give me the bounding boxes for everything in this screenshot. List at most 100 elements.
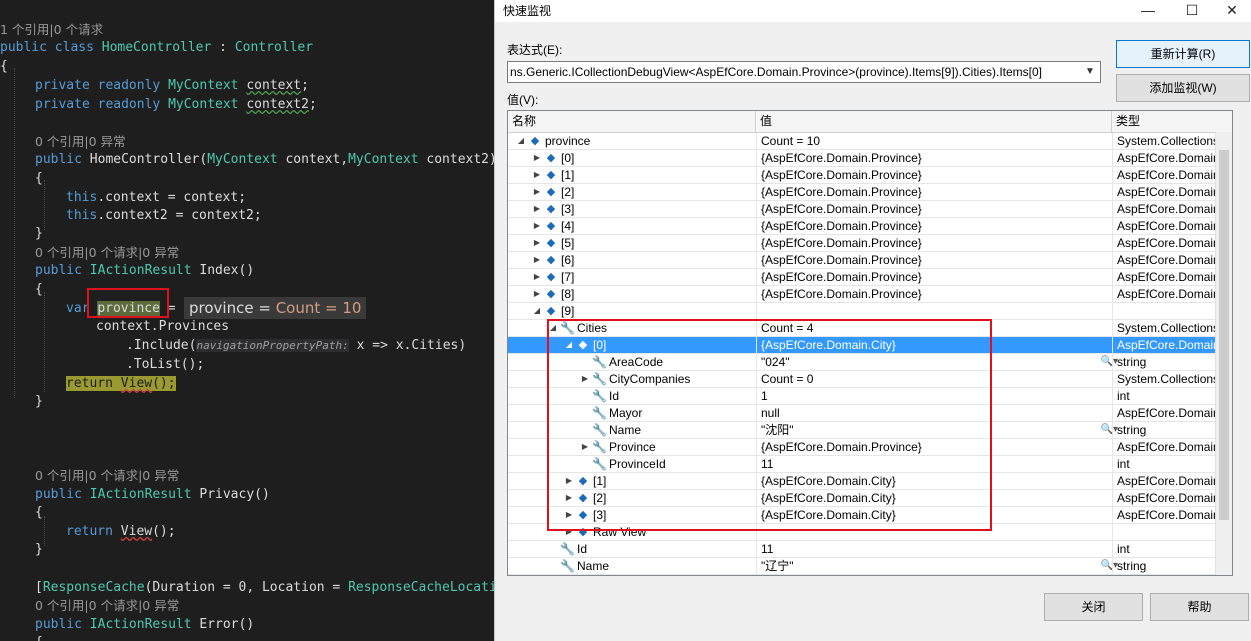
method-name: Error() <box>191 617 255 632</box>
watch-row[interactable]: ▶ ◆ [4] {AspEfCore.Domain.Province} AspEfCor… <box>508 218 1232 235</box>
keyword: private readonly <box>35 97 169 112</box>
datatip[interactable]: province = Count = 10 <box>184 297 367 319</box>
watch-row-value[interactable] <box>756 303 1108 319</box>
expression-combobox[interactable]: ns.Generic.ICollectionDebugView<AspEfCor… <box>507 61 1101 83</box>
property-wrench-icon: 🔧 <box>560 559 575 573</box>
code-lens[interactable]: 0 个引用|0 个请求|0 异常 <box>35 243 179 262</box>
watch-row[interactable]: ◢ ◆ [9] <box>508 303 1232 320</box>
watch-row-name: [8] <box>561 287 575 301</box>
expand-arrow-icon[interactable]: ▶ <box>532 235 542 251</box>
code-text: x => x.Cities) <box>348 338 467 353</box>
watch-row-value[interactable]: {AspEfCore.Domain.Province} <box>756 235 1108 251</box>
collapse-arrow-icon[interactable]: ◢ <box>516 133 526 149</box>
watch-row[interactable]: ▶ ◆ [0] {AspEfCore.Domain.Province} AspEfCor… <box>508 150 1232 167</box>
vertical-scrollbar[interactable] <box>1215 132 1232 575</box>
dialog-title: 快速监视 <box>503 4 552 18</box>
expand-arrow-icon[interactable]: ▶ <box>532 252 542 268</box>
watch-row-value[interactable]: {AspEfCore.Domain.Province} <box>756 201 1108 217</box>
expand-arrow-icon[interactable]: ▶ <box>532 167 542 183</box>
watch-row-value[interactable]: {AspEfCore.Domain.Province} <box>756 150 1108 166</box>
code-lens[interactable]: 0 个引用|0 异常 <box>35 132 126 151</box>
watch-row-name-cell: ▶ ◆ [4] <box>508 218 756 234</box>
watch-row-value[interactable]: Count = 10 <box>756 133 1108 149</box>
expand-arrow-icon[interactable]: ▶ <box>532 218 542 234</box>
watch-row-value[interactable]: 11 <box>756 541 1108 557</box>
watch-grid[interactable]: 名称 值 类型 ◢ ◆ province Count = 10 System.Colle… <box>507 110 1233 576</box>
watch-row-name: [9] <box>561 304 575 318</box>
expand-arrow-icon[interactable]: ▶ <box>532 150 542 166</box>
watch-row-name-cell: ▶ ◆ [0] <box>508 150 756 166</box>
watch-row[interactable]: ▶ ◆ [3] {AspEfCore.Domain.Province} AspEfCor… <box>508 201 1232 218</box>
code-lens[interactable]: 0 个引用|0 个请求|0 异常 <box>35 596 179 615</box>
column-header-type[interactable]: 类型 <box>1112 111 1232 132</box>
method-name: View <box>120 376 153 391</box>
expand-arrow-icon[interactable]: ▶ <box>532 184 542 200</box>
watch-row-value[interactable]: {AspEfCore.Domain.Province} <box>756 184 1108 200</box>
watch-row-name: [1] <box>561 168 575 182</box>
code-lens-text[interactable]: 0 个引用|0 个请求|0 异常 <box>35 468 179 483</box>
code-lens[interactable]: 1 个引用|0 个请求 <box>0 20 103 39</box>
scrollbar-thumb[interactable] <box>1219 150 1229 520</box>
code-line: } <box>35 540 43 559</box>
watch-row-value[interactable]: {AspEfCore.Domain.Province} <box>756 252 1108 268</box>
chevron-down-icon[interactable]: ▼ <box>1080 62 1100 82</box>
quickwatch-dialog: 快速监视 — ☐ ✕ 表达式(E): ns.Generic.ICollectio… <box>494 0 1251 641</box>
keyword: return <box>66 376 121 391</box>
type-name: ResponseCache <box>42 580 145 595</box>
code-text: [ <box>35 580 43 595</box>
recalculate-button[interactable]: 重新计算(R) <box>1116 40 1250 68</box>
column-header-name[interactable]: 名称 <box>508 111 756 132</box>
type-name: Controller <box>234 40 314 55</box>
code-lens-text[interactable]: 0 个引用|0 个请求|0 异常 <box>35 598 179 613</box>
watch-row[interactable]: ▶ ◆ [1] {AspEfCore.Domain.Province} AspEfCor… <box>508 167 1232 184</box>
add-watch-button[interactable]: 添加监视(W) <box>1116 74 1250 102</box>
keyword: this <box>66 208 98 223</box>
watch-row[interactable]: ▶ ◆ [6] {AspEfCore.Domain.Province} AspEfCor… <box>508 252 1232 269</box>
code-lens-text[interactable]: 0 个引用|0 个请求|0 异常 <box>35 245 179 260</box>
watch-row-value[interactable]: {AspEfCore.Domain.Province} <box>756 218 1108 234</box>
code-lens-text[interactable]: 0 个引用|0 异常 <box>35 134 126 149</box>
keyword: this <box>66 190 98 205</box>
watch-row-name-cell: ▶ ◆ [7] <box>508 269 756 285</box>
watch-row-name: Name <box>577 559 610 573</box>
watch-row-name-cell: ◢ ◆ province <box>508 133 756 149</box>
collapse-arrow-icon[interactable]: ◢ <box>532 303 542 319</box>
minimize-icon[interactable]: — <box>1128 0 1168 22</box>
watch-row[interactable]: ◢ ◆ province Count = 10 System.Collections..… <box>508 133 1232 150</box>
watch-row[interactable]: ▶ ◆ [8] {AspEfCore.Domain.Province} AspEfCor… <box>508 286 1232 303</box>
code-line: .ToList(); <box>126 355 204 374</box>
code-text: context2) <box>418 152 494 167</box>
expression-input[interactable]: ns.Generic.ICollectionDebugView<AspEfCor… <box>510 65 1042 79</box>
code-editor[interactable]: 1 个引用|0 个请求 public class HomeController … <box>0 0 494 641</box>
watch-row-name-cell: 🔧 Id <box>508 541 756 557</box>
method-name: View <box>120 524 153 539</box>
expand-arrow-icon[interactable]: ▶ <box>532 286 542 302</box>
close-icon[interactable]: ✕ <box>1212 0 1251 22</box>
code-line: private readonly MyContext context2; <box>35 95 317 114</box>
watch-row-value[interactable]: "辽宁" <box>756 558 1108 574</box>
watch-row[interactable]: ▶ ◆ [2] {AspEfCore.Domain.Province} AspEfCor… <box>508 184 1232 201</box>
watch-row-value[interactable]: {AspEfCore.Domain.Province} <box>756 286 1108 302</box>
watch-row[interactable]: ▶ ◆ [7] {AspEfCore.Domain.Province} AspEfCor… <box>508 269 1232 286</box>
code-line: { <box>35 633 43 641</box>
code-lens[interactable]: 0 个引用|0 个请求|0 异常 <box>35 466 179 485</box>
expand-arrow-icon[interactable]: ▶ <box>532 269 542 285</box>
expand-arrow-icon[interactable]: ▶ <box>532 201 542 217</box>
maximize-icon[interactable]: ☐ <box>1172 0 1212 22</box>
watch-row[interactable]: 🔧 Id 11 int <box>508 541 1232 558</box>
column-header-value[interactable]: 值 <box>756 111 1112 132</box>
brace: { <box>0 59 8 74</box>
title-bar[interactable]: 快速监视 — ☐ ✕ <box>495 0 1251 22</box>
watch-row-name-cell: ▶ ◆ [5] <box>508 235 756 251</box>
watch-row-value[interactable]: {AspEfCore.Domain.Province} <box>756 167 1108 183</box>
code-line: } <box>35 392 43 411</box>
code-lens-text[interactable]: 1 个引用|0 个请求 <box>0 22 103 37</box>
close-button[interactable]: 关闭 <box>1044 593 1143 621</box>
watch-row[interactable]: 🔧 Name "辽宁" 🔍▾ string <box>508 558 1232 575</box>
code-text: .Include( <box>126 338 197 353</box>
watch-row-name-cell: 🔧 Name <box>508 558 756 574</box>
watch-row-value[interactable]: {AspEfCore.Domain.Province} <box>756 269 1108 285</box>
help-button[interactable]: 帮助 <box>1150 593 1249 621</box>
watch-row-name-cell: ▶ ◆ [3] <box>508 201 756 217</box>
watch-row[interactable]: ▶ ◆ [5] {AspEfCore.Domain.Province} AspEfCor… <box>508 235 1232 252</box>
